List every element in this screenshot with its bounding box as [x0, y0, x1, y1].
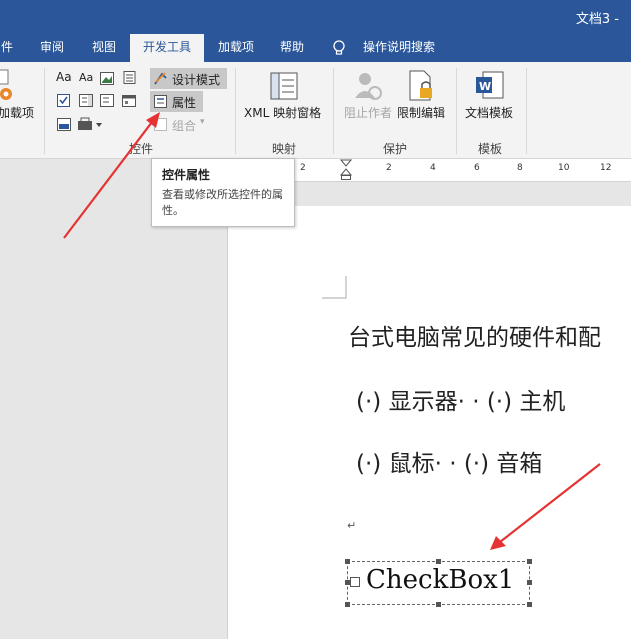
group-button[interactable]: 组合	[172, 117, 196, 134]
ruler-tick: 12	[600, 163, 612, 173]
addins-button[interactable]: 加载项	[0, 104, 34, 121]
design-mode-button[interactable]: 设计模式	[172, 71, 220, 88]
repeating-section-icon[interactable]	[57, 118, 71, 131]
properties-button[interactable]: 属性	[172, 94, 196, 111]
restrict-editing-button[interactable]: 限制编辑	[397, 104, 445, 121]
tell-me-search[interactable]: 操作说明搜索	[356, 34, 442, 62]
block-authors-button[interactable]: 阻止作者	[344, 104, 392, 121]
tooltip-description: 查看或修改所选控件的属性。	[162, 188, 283, 217]
title-bar: 文档3 -	[0, 0, 631, 34]
properties-icon	[154, 95, 167, 108]
group-label-mapping: 映射	[271, 142, 296, 156]
document-line-heading: 台式电脑常见的硬件和配	[348, 325, 601, 351]
tab-file[interactable]: 件	[0, 34, 20, 62]
ribbon: 加载项 Aa Aa 设计模式 属性 组合 ▾ 控件 XML 映射窗格 映射 阻止…	[0, 62, 631, 159]
rich-text-control-button[interactable]: Aa	[56, 70, 72, 84]
ruler-tick: 6	[474, 163, 480, 173]
checkbox-label: CheckBox1	[366, 565, 515, 595]
lightbulb-icon	[333, 40, 345, 55]
ruler-tick: 4	[430, 163, 436, 173]
building-block-icon[interactable]	[123, 71, 137, 84]
date-picker-icon[interactable]	[122, 94, 136, 107]
xml-mapping-icon	[270, 72, 298, 100]
restrict-editing-icon	[409, 70, 432, 101]
checkbox-control[interactable]: CheckBox1	[345, 559, 532, 607]
group-dropdown-icon: ▾	[200, 117, 205, 127]
addins-icon[interactable]	[0, 68, 18, 104]
legacy-tools-icon[interactable]	[77, 117, 105, 132]
ruler-tick: 8	[517, 163, 523, 173]
picture-control-icon[interactable]	[100, 72, 114, 85]
group-icon	[154, 118, 167, 131]
dropdown-control-icon[interactable]	[100, 94, 114, 107]
document-line-options-2: (·) 鼠标· · (·) 音箱	[356, 451, 543, 477]
tooltip-title: 控件属性	[162, 168, 211, 182]
margin-corner-mark	[322, 276, 347, 299]
document-line-options-1: (·) 显示器· · (·) 主机	[356, 389, 566, 415]
tab-addins[interactable]: 加载项	[210, 34, 262, 62]
ribbon-tab-bar: 件 审阅 视图 开发工具 加载项 帮助 操作说明搜索	[0, 34, 631, 62]
group-label-protect: 保护	[382, 142, 407, 156]
checkbox-control-icon[interactable]	[57, 94, 71, 107]
plain-text-control-button[interactable]: Aa	[79, 71, 93, 84]
ruler-tick: 10	[558, 163, 570, 173]
document-title: 文档3 -	[575, 12, 619, 27]
design-mode-icon	[154, 72, 167, 85]
group-label-controls: 控件	[128, 142, 153, 156]
ruler-tick: 2	[386, 163, 392, 173]
block-authors-icon	[355, 73, 382, 100]
tab-view[interactable]: 视图	[80, 34, 128, 62]
svg-text:W: W	[479, 80, 491, 93]
tab-developer[interactable]: 开发工具	[130, 34, 204, 62]
tab-help[interactable]: 帮助	[270, 34, 314, 62]
tab-review[interactable]: 审阅	[28, 34, 76, 62]
indent-marker-icon[interactable]	[340, 159, 352, 181]
ruler-tick: 2	[300, 163, 306, 173]
paragraph-mark: ↵	[347, 519, 357, 532]
combobox-control-icon[interactable]	[79, 94, 93, 107]
xml-mapping-pane-button[interactable]: XML 映射窗格	[244, 104, 321, 121]
word-template-icon: W	[476, 71, 504, 99]
checkbox-square[interactable]	[350, 577, 360, 587]
tooltip: 控件属性 查看或修改所选控件的属性。	[151, 158, 295, 227]
group-label-template: 模板	[477, 142, 502, 156]
document-template-button[interactable]: 文档模板	[465, 104, 513, 121]
